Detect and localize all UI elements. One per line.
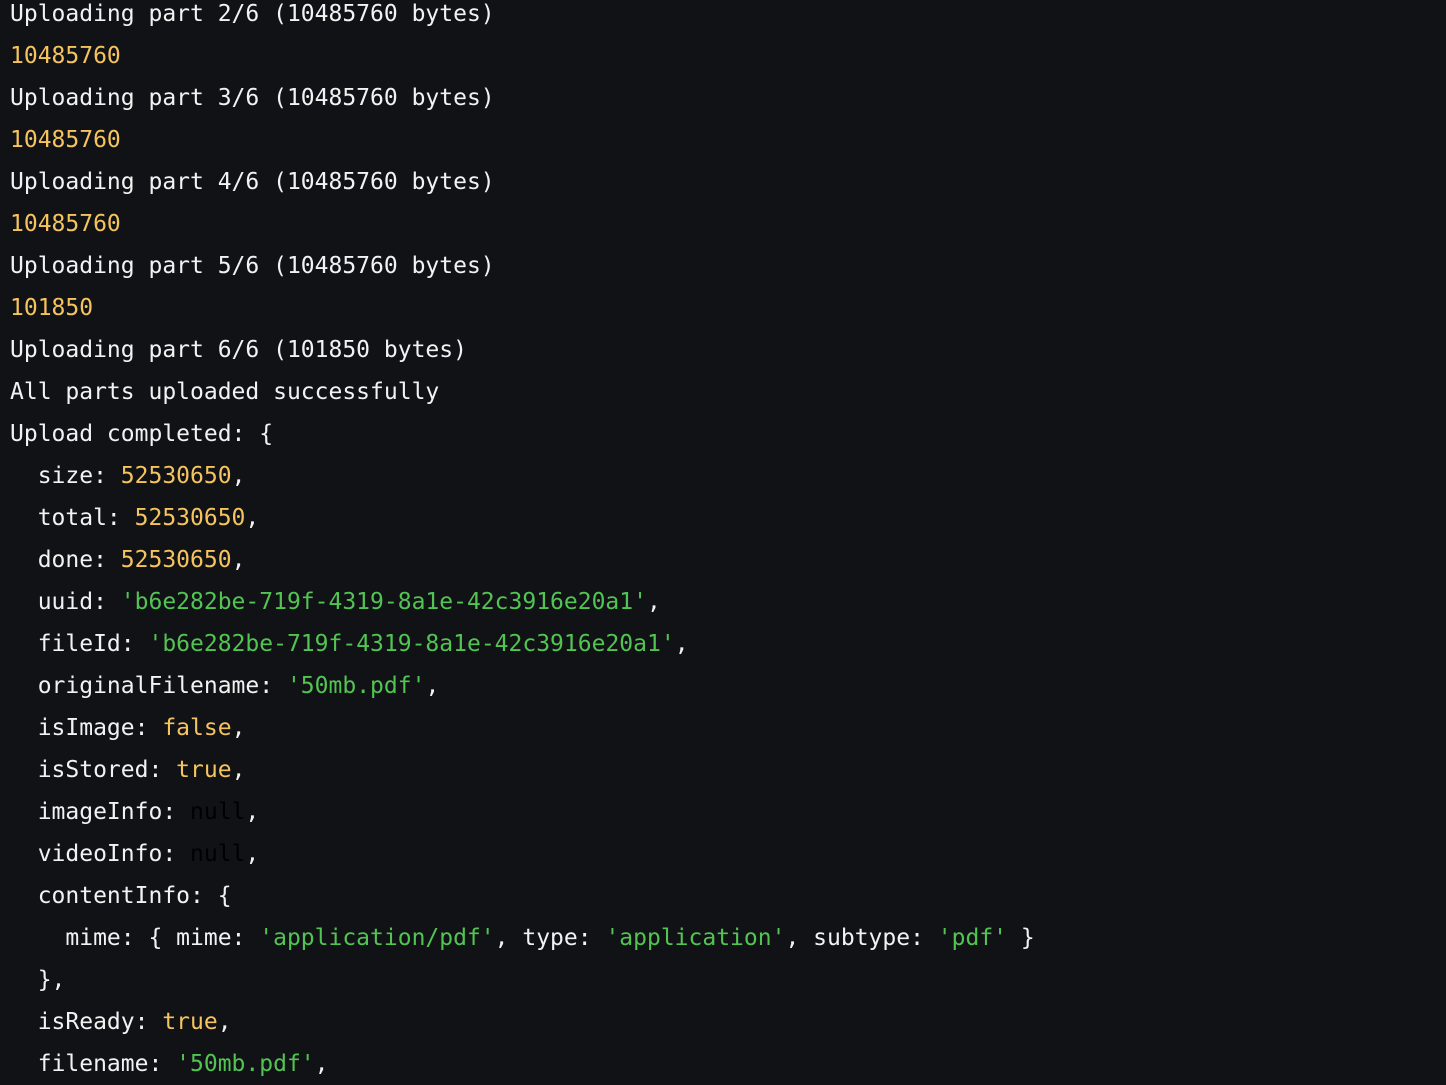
terminal-line: imageInfo: null,: [10, 791, 1035, 833]
token-plain: total:: [10, 505, 135, 531]
token-plain: Uploading part 4/6 (10485760 bytes): [10, 169, 495, 195]
terminal-line: Upload completed: {: [10, 413, 1035, 455]
token-plain: isReady:: [10, 1009, 163, 1035]
token-num: 10485760: [10, 43, 121, 69]
token-plain: ,: [674, 631, 689, 657]
terminal-line: fileId: 'b6e282be-719f-4319-8a1e-42c3916…: [10, 623, 1035, 665]
token-plain: Uploading part 5/6 (10485760 bytes): [10, 253, 495, 279]
token-num: 52530650: [134, 505, 246, 531]
terminal-line: All parts uploaded successfully: [10, 371, 1035, 413]
token-plain: ,: [231, 715, 246, 741]
terminal-line: Uploading part 2/6 (10485760 bytes): [10, 0, 1035, 35]
token-kw: false: [162, 715, 232, 741]
token-plain: ,: [245, 799, 260, 825]
token-str: 'application': [605, 925, 786, 951]
token-plain: originalFilename:: [10, 673, 287, 699]
terminal-line: Uploading part 5/6 (10485760 bytes): [10, 245, 1035, 287]
terminal-line: Uploading part 3/6 (10485760 bytes): [10, 77, 1035, 119]
token-plain: uuid:: [10, 589, 121, 615]
terminal-line: isImage: false,: [10, 707, 1035, 749]
terminal-output: Uploading part 2/6 (10485760 bytes) 10485…: [10, 0, 1035, 1085]
terminal-line: 10485760: [10, 119, 1035, 161]
token-plain: fileId:: [10, 631, 149, 657]
token-nul: null: [190, 799, 246, 825]
token-str: 'application/pdf': [259, 925, 495, 951]
terminal-line: mime: { mime: 'application/pdf', type: '…: [10, 917, 1035, 959]
terminal-line: 10485760: [10, 203, 1035, 245]
token-plain: },: [10, 967, 66, 993]
token-kw: true: [162, 1009, 218, 1035]
terminal-line: Uploading part 6/6 (101850 bytes): [10, 329, 1035, 371]
terminal-line: filename: '50mb.pdf',: [10, 1043, 1035, 1085]
token-plain: contentInfo: {: [10, 883, 232, 909]
terminal-line: uuid: 'b6e282be-719f-4319-8a1e-42c3916e2…: [10, 581, 1035, 623]
token-str: 'b6e282be-719f-4319-8a1e-42c3916e20a1': [148, 631, 675, 657]
token-plain: isImage:: [10, 715, 163, 741]
terminal-line: 10485760: [10, 35, 1035, 77]
token-plain: ,: [231, 547, 246, 573]
token-num: 10485760: [10, 127, 121, 153]
token-plain: ,: [245, 841, 260, 867]
terminal-line: total: 52530650,: [10, 497, 1035, 539]
token-plain: }: [1007, 925, 1035, 951]
token-plain: Uploading part 3/6 (10485760 bytes): [10, 85, 495, 111]
terminal-line: size: 52530650,: [10, 455, 1035, 497]
token-num: 52530650: [120, 463, 232, 489]
token-plain: Uploading part 2/6 (10485760 bytes): [10, 1, 495, 27]
token-plain: All parts uploaded successfully: [10, 379, 440, 405]
terminal-line: contentInfo: {: [10, 875, 1035, 917]
token-plain: ,: [217, 1009, 232, 1035]
terminal-line: },: [10, 959, 1035, 1001]
token-plain: ,: [646, 589, 661, 615]
token-str: '50mb.pdf': [176, 1051, 315, 1077]
token-plain: Uploading part 6/6 (101850 bytes): [10, 337, 467, 363]
terminal-line: originalFilename: '50mb.pdf',: [10, 665, 1035, 707]
terminal-line: Uploading part 4/6 (10485760 bytes): [10, 161, 1035, 203]
token-str: '50mb.pdf': [286, 673, 426, 699]
token-plain: mime: { mime:: [10, 925, 260, 951]
token-plain: size:: [10, 463, 121, 489]
terminal-line: videoInfo: null,: [10, 833, 1035, 875]
token-plain: ,: [231, 757, 246, 783]
token-plain: filename:: [10, 1051, 177, 1077]
token-nul: null: [190, 841, 246, 867]
terminal-line: isReady: true,: [10, 1001, 1035, 1043]
token-plain: done:: [10, 547, 121, 573]
token-plain: , subtype:: [785, 925, 938, 951]
token-plain: ,: [231, 463, 246, 489]
token-plain: , type:: [494, 925, 606, 951]
token-str: 'pdf': [937, 925, 1008, 951]
token-plain: isStored:: [10, 757, 177, 783]
token-plain: videoInfo:: [10, 841, 191, 867]
token-plain: ,: [314, 1051, 329, 1077]
token-kw: true: [176, 757, 232, 783]
terminal-line: 101850: [10, 287, 1035, 329]
token-plain: ,: [425, 673, 440, 699]
token-str: 'b6e282be-719f-4319-8a1e-42c3916e20a1': [120, 589, 647, 615]
terminal-line: done: 52530650,: [10, 539, 1035, 581]
token-plain: Upload completed: {: [10, 421, 274, 447]
token-plain: ,: [245, 505, 260, 531]
token-plain: imageInfo:: [10, 799, 191, 825]
terminal-line: isStored: true,: [10, 749, 1035, 791]
token-num: 10485760: [10, 211, 121, 237]
token-num: 52530650: [120, 547, 232, 573]
token-num: 101850: [10, 295, 94, 321]
